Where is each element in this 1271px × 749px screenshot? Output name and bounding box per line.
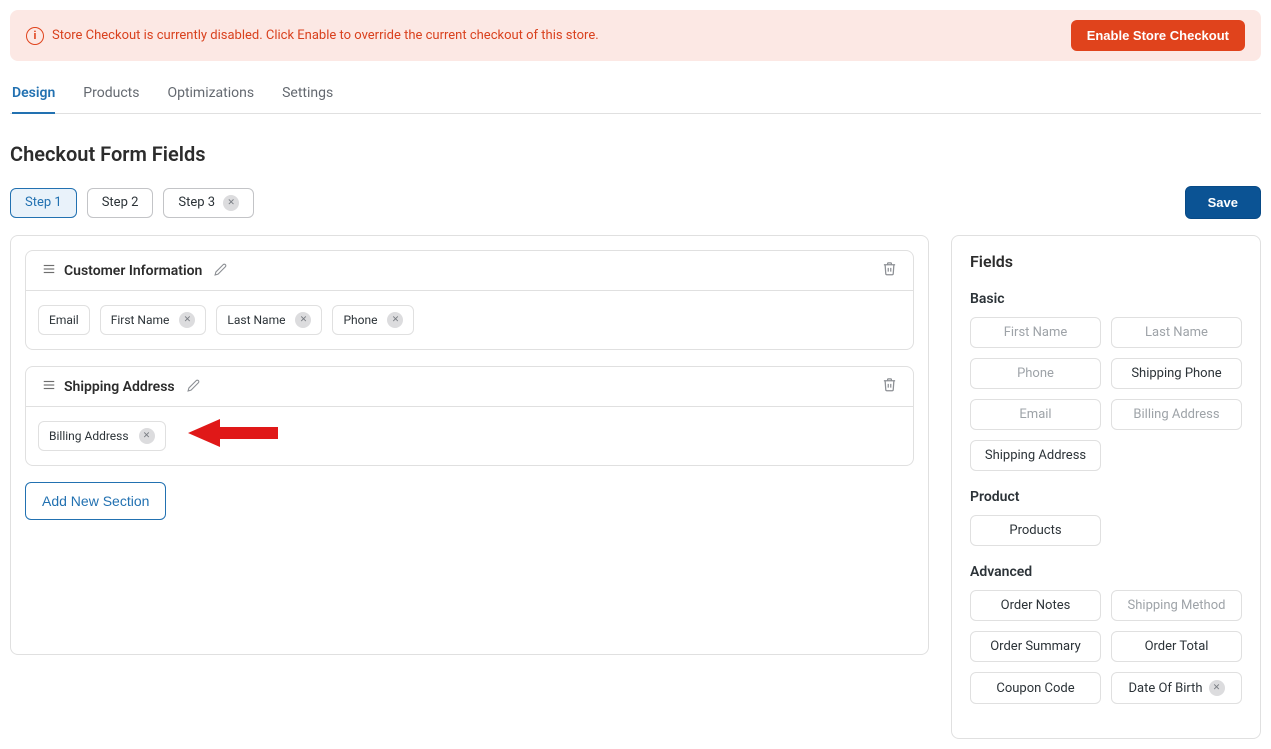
fields-panel: Fields Basic First Name Last Name Phone … [951,235,1261,739]
tab-products[interactable]: Products [83,79,139,113]
field-phone[interactable]: Phone [970,358,1101,389]
field-shipping-address[interactable]: Shipping Address [970,440,1101,471]
trash-icon[interactable] [882,261,897,280]
remove-field-icon[interactable]: ✕ [1209,680,1225,696]
field-label: First Name [111,313,170,327]
tab-design[interactable]: Design [12,79,55,113]
page-title: Checkout Form Fields [10,142,1261,166]
field-label: Date Of Birth [1128,681,1202,696]
steps-row: Step 1 Step 2 Step 3 ✕ Save [10,186,1261,219]
enable-store-checkout-button[interactable]: Enable Store Checkout [1071,20,1245,51]
layout: Customer Information Email First Name [10,235,1261,739]
section-customer-information: Customer Information Email First Name [25,250,914,350]
remove-field-icon[interactable]: ✕ [295,312,311,328]
field-shipping-phone[interactable]: Shipping Phone [1111,358,1242,389]
section-body: Email First Name ✕ Last Name ✕ Phone ✕ [26,291,913,349]
remove-field-icon[interactable]: ✕ [387,312,403,328]
remove-field-icon[interactable]: ✕ [179,312,195,328]
field-coupon-code[interactable]: Coupon Code [970,672,1101,704]
drag-handle-icon[interactable] [42,378,56,396]
alert-left: i Store Checkout is currently disabled. … [26,27,599,45]
field-chip-last-name[interactable]: Last Name ✕ [216,305,322,335]
trash-icon[interactable] [882,377,897,396]
field-chip-billing-address[interactable]: Billing Address ✕ [38,421,166,451]
section-header: Shipping Address [26,367,913,407]
sidebar-column: Fields Basic First Name Last Name Phone … [951,235,1261,739]
step-2-button[interactable]: Step 2 [87,188,154,218]
group-label-product: Product [970,489,1242,505]
alert-text: Store Checkout is currently disabled. Cl… [52,28,599,43]
steps-list: Step 1 Step 2 Step 3 ✕ [10,188,254,218]
pencil-icon[interactable] [187,379,200,395]
field-order-summary[interactable]: Order Summary [970,631,1101,662]
step-2-label: Step 2 [102,195,139,210]
group-product: Products [970,515,1242,546]
drag-handle-icon[interactable] [42,262,56,280]
field-billing-address[interactable]: Billing Address [1111,399,1242,430]
add-new-section-button[interactable]: Add New Section [25,482,166,520]
main-column: Customer Information Email First Name [10,235,929,739]
step-1-button[interactable]: Step 1 [10,188,77,218]
section-shipping-address: Shipping Address Billing Address ✕ [25,366,914,466]
alert-banner: i Store Checkout is currently disabled. … [10,10,1261,61]
step-3-button[interactable]: Step 3 ✕ [163,188,254,218]
sidebar-title: Fields [970,252,1242,271]
form-sections-panel: Customer Information Email First Name [10,235,929,655]
group-label-basic: Basic [970,291,1242,307]
field-label: Email [49,313,79,327]
field-email[interactable]: Email [970,399,1101,430]
info-icon: i [26,27,44,45]
field-last-name[interactable]: Last Name [1111,317,1242,348]
arrow-annotation-icon [188,415,278,451]
section-title: Shipping Address [64,379,175,395]
step-3-label: Step 3 [178,195,215,210]
save-button[interactable]: Save [1185,186,1261,219]
step-1-label: Step 1 [25,195,62,210]
section-title: Customer Information [64,263,202,279]
field-label: Billing Address [49,429,129,443]
field-shipping-method[interactable]: Shipping Method [1111,590,1242,621]
field-chip-email[interactable]: Email [38,305,90,335]
field-chip-first-name[interactable]: First Name ✕ [100,305,207,335]
group-advanced: Order Notes Shipping Method Order Summar… [970,590,1242,704]
field-order-notes[interactable]: Order Notes [970,590,1101,621]
main-tabs: Design Products Optimizations Settings [10,79,1261,114]
group-label-advanced: Advanced [970,564,1242,580]
step-3-remove-icon[interactable]: ✕ [223,195,239,211]
section-header: Customer Information [26,251,913,291]
field-label: Phone [343,313,377,327]
field-label: Last Name [227,313,285,327]
field-date-of-birth[interactable]: Date Of Birth ✕ [1111,672,1242,704]
tab-settings[interactable]: Settings [282,79,333,113]
field-order-total[interactable]: Order Total [1111,631,1242,662]
group-basic: First Name Last Name Phone Shipping Phon… [970,317,1242,471]
field-first-name[interactable]: First Name [970,317,1101,348]
pencil-icon[interactable] [214,263,227,279]
section-body: Billing Address ✕ [26,407,913,465]
remove-field-icon[interactable]: ✕ [139,428,155,444]
tab-optimizations[interactable]: Optimizations [167,79,254,113]
field-products[interactable]: Products [970,515,1101,546]
field-chip-phone[interactable]: Phone ✕ [332,305,414,335]
